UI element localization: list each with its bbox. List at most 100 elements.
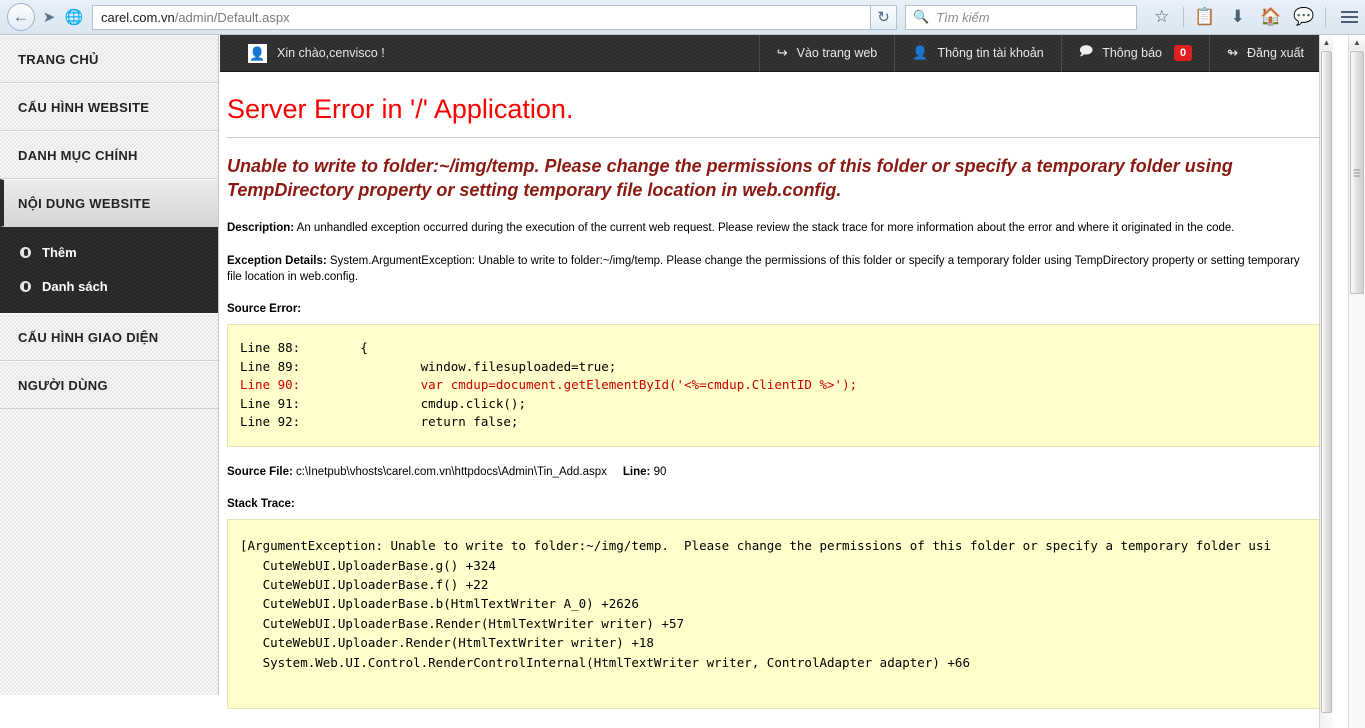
url-path: /admin/Default.aspx — [174, 9, 290, 25]
sidebar-subitem-danh-sach[interactable]: Danh sách — [0, 269, 218, 303]
description-label: Description: — [227, 221, 295, 234]
stack-line: CuteWebUI.Uploader.Render(HtmlTextWriter… — [240, 633, 1324, 652]
exception-details-paragraph: Exception Details: System.ArgumentExcept… — [227, 253, 1302, 286]
forward-arrow-icon[interactable]: ➤ — [36, 3, 62, 31]
back-curve-icon: ↪ — [776, 45, 788, 60]
sidebar-submenu: Thêm Danh sách — [0, 227, 218, 313]
content-scrollbar[interactable]: ▲ — [1319, 35, 1333, 728]
source-file-label: Source File: — [227, 465, 293, 478]
sidebar-item-noi-dung-website[interactable]: NỘI DUNG WEBSITE — [0, 179, 218, 227]
error-document-inner: Server Error in '/' Application. Unable … — [220, 94, 1333, 710]
stack-line: CuteWebUI.UploaderBase.Render(HtmlTextWr… — [240, 614, 1324, 633]
sidebar-item-label: CẤU HÌNH WEBSITE — [18, 99, 150, 115]
stack-line-text: CuteWebUI.UploaderBase.f() +22 — [240, 577, 489, 593]
topbar-action-thong-tin-tai-khoan[interactable]: 👤 Thông tin tài khoản — [894, 35, 1061, 72]
stack-line: CuteWebUI.UploaderBase.g() +324 — [240, 556, 1324, 575]
code-line-number: Line 90: — [240, 377, 301, 393]
description-text: An unhandled exception occurred during t… — [296, 221, 1235, 234]
bullet-icon — [20, 246, 31, 258]
code-line-text: return false; — [300, 414, 519, 430]
browser-scrollbar[interactable]: ▲ — [1348, 35, 1365, 728]
line-label: Line: — [622, 465, 651, 478]
error-document: Server Error in '/' Application. Unable … — [220, 94, 1333, 710]
stack-line: CuteWebUI.UploaderBase.b(HtmlTextWriter … — [240, 594, 1324, 613]
source-error-heading: Source Error: — [227, 303, 302, 316]
sidebar: TRANG CHỦ CẤU HÌNH WEBSITE DANH MỤC CHÍN… — [0, 35, 219, 695]
url-input[interactable]: carel.com.vn/admin/Default.aspx — [92, 4, 870, 30]
stack-trace-heading: Stack Trace: — [227, 498, 295, 511]
topbar-action-thong-bao[interactable]: 🗩 Thông báo 0 — [1060, 35, 1209, 72]
reader-list-icon[interactable]: 📋 — [1190, 2, 1220, 32]
content-area: 👤 Xin chào,cenvisco ! ↪ Vào trang web 👤 … — [220, 35, 1333, 728]
page-body: TRANG CHỦ CẤU HÌNH WEBSITE DANH MỤC CHÍN… — [0, 35, 1365, 728]
topbar-action-label: Thông tin tài khoản — [937, 46, 1044, 60]
topbar-action-label: Vào trang web — [796, 46, 878, 60]
navigation-buttons: ← ➤ 🌐 — [0, 3, 86, 31]
sidebar-item-nguoi-dung[interactable]: NGƯỜI DÙNG — [0, 361, 218, 409]
browser-scrollbar-up-arrow[interactable]: ▲ — [1349, 35, 1365, 50]
logout-arrow-icon: ↬ — [1227, 45, 1239, 60]
sidebar-item-cau-hinh-website[interactable]: CẤU HÌNH WEBSITE — [0, 83, 218, 131]
chat-bubble-icon: 🗩 — [1078, 43, 1094, 58]
error-message: Unable to write to folder:~/img/temp. Pl… — [227, 156, 1233, 200]
code-line-number: Line 88: — [240, 340, 301, 356]
stack-line-text: System.Web.UI.Control.RenderControlInter… — [240, 654, 970, 670]
browser-tool-icons: ☆ 📋 ⬇ 🏠 💬 — [1147, 2, 1329, 32]
page-title: Server Error in '/' Application. — [227, 94, 1325, 138]
content-scrollbar-up-arrow[interactable]: ▲ — [1320, 35, 1333, 50]
stack-line-text: CuteWebUI.UploaderBase.Render(HtmlTextWr… — [240, 615, 685, 631]
sidebar-item-danh-muc-chinh[interactable]: DANH MỤC CHÍNH — [0, 131, 218, 179]
code-line: Line 88: { — [240, 339, 1324, 358]
topbar-action-vao-trang-web[interactable]: ↪ Vào trang web — [758, 35, 895, 72]
source-file-value: c:\Inetpub\vhosts\carel.com.vn\httpdocs\… — [296, 465, 607, 478]
notification-badge: 0 — [1173, 45, 1193, 61]
user-avatar-icon: 👤 — [248, 43, 267, 63]
toolbar-divider — [1182, 7, 1184, 27]
stack-line-text: CuteWebUI.UploaderBase.b(HtmlTextWriter … — [240, 596, 639, 612]
bullet-icon — [20, 280, 31, 292]
code-line: Line 89: window.filesuploaded=true; — [240, 358, 1324, 377]
bookmark-star-icon[interactable]: ☆ — [1147, 2, 1177, 32]
home-icon[interactable]: 🏠 — [1256, 2, 1286, 32]
sync-chat-icon[interactable]: 💬 — [1289, 2, 1319, 32]
code-line-number: Line 91: — [240, 395, 301, 411]
sidebar-item-cau-hinh-giao-dien[interactable]: CẤU HÌNH GIAO DIỆN — [0, 313, 218, 361]
search-input[interactable]: 🔍 Tìm kiếm — [904, 4, 1137, 30]
url-host: carel.com.vn — [101, 9, 175, 25]
search-icon: 🔍 — [912, 9, 930, 24]
sidebar-item-label: NỘI DUNG WEBSITE — [18, 195, 151, 211]
sidebar-item-label: CẤU HÌNH GIAO DIỆN — [18, 329, 159, 345]
sidebar-subitem-label: Danh sách — [42, 278, 108, 294]
description-paragraph: Description: An unhandled exception occu… — [227, 220, 1302, 236]
exception-details-label: Exception Details: — [227, 254, 327, 267]
code-line-highlighted: Line 90: var cmdup=document.getElementBy… — [240, 376, 1324, 395]
sidebar-item-trang-chu[interactable]: TRANG CHỦ — [0, 35, 218, 83]
code-line-number: Line 89: — [240, 358, 301, 374]
topbar-action-dang-xuat[interactable]: ↬ Đăng xuất — [1209, 35, 1321, 72]
code-line-text: { — [300, 340, 368, 356]
sidebar-item-label: NGƯỜI DÙNG — [18, 377, 108, 393]
browser-toolbar: ← ➤ 🌐 carel.com.vn/admin/Default.aspx ↻ … — [0, 0, 1365, 35]
code-line: Line 92: return false; — [240, 413, 1324, 432]
reload-icon[interactable]: ↻ — [870, 4, 897, 30]
admin-topbar: 👤 Xin chào,cenvisco ! ↪ Vào trang web 👤 … — [220, 35, 1333, 72]
user-icon: 👤 — [912, 45, 929, 60]
stack-line-text: [ArgumentException: Unable to write to f… — [240, 538, 1272, 554]
sidebar-subitem-them[interactable]: Thêm — [0, 235, 218, 269]
stack-line: System.Web.UI.Control.RenderControlInter… — [240, 653, 1324, 672]
line-value: 90 — [653, 465, 667, 478]
downloads-icon[interactable]: ⬇ — [1223, 2, 1253, 32]
browser-scrollbar-thumb[interactable] — [1350, 51, 1364, 294]
stack-line: [ArgumentException: Unable to write to f… — [240, 536, 1324, 555]
code-line-text: window.filesuploaded=true; — [300, 358, 617, 374]
stack-line-text: CuteWebUI.Uploader.Render(HtmlTextWriter… — [240, 635, 654, 651]
stack-line-text: CuteWebUI.UploaderBase.g() +324 — [240, 557, 496, 573]
exception-details-text: System.ArgumentException: Unable to writ… — [227, 254, 1300, 284]
hamburger-menu-icon[interactable] — [1335, 2, 1365, 32]
code-line-number: Line 92: — [240, 414, 301, 430]
back-arrow-icon[interactable]: ← — [7, 3, 35, 31]
greeting-text: Xin chào,cenvisco ! — [277, 46, 385, 60]
code-line-text: cmdup.click(); — [300, 395, 526, 411]
code-line: Line 91: cmdup.click(); — [240, 395, 1324, 414]
content-scrollbar-thumb[interactable] — [1321, 51, 1332, 713]
